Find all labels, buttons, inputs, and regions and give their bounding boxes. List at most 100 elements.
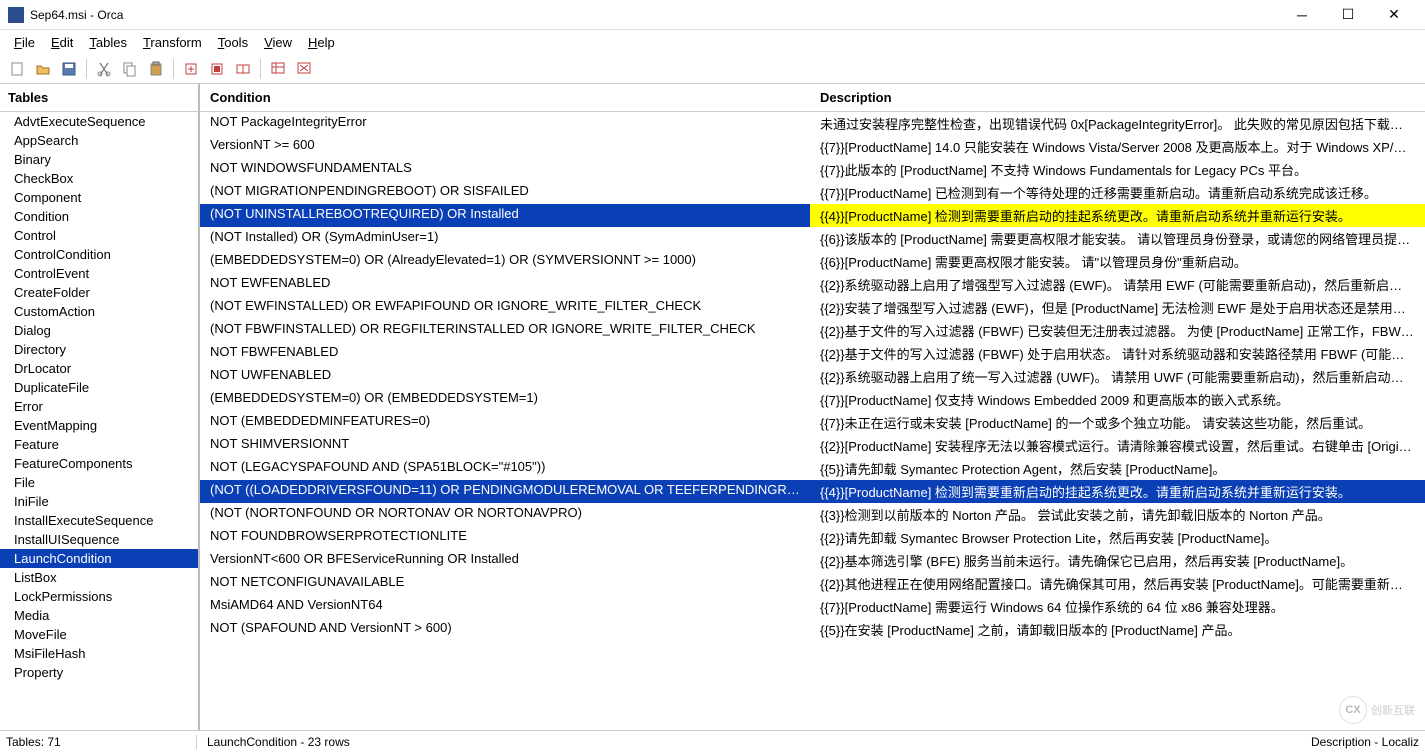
cell-description[interactable]: {{2}}安装了增强型写入过滤器 (EWF)，但是 [ProductName] … xyxy=(810,296,1425,319)
cell-condition[interactable]: NOT (EMBEDDEDMINFEATURES=0) xyxy=(200,411,810,434)
cell-description[interactable]: {{2}}[ProductName] 安装程序无法以兼容模式运行。请清除兼容模式… xyxy=(810,434,1425,457)
menu-transform[interactable]: Transform xyxy=(135,33,210,52)
cell-description[interactable]: {{7}}[ProductName] 需要运行 Windows 64 位操作系统… xyxy=(810,595,1425,618)
new-file-icon[interactable] xyxy=(6,58,28,80)
table-item[interactable]: Control xyxy=(0,226,198,245)
col-header-condition[interactable]: Condition xyxy=(200,84,810,111)
table-item[interactable]: MsiFileHash xyxy=(0,644,198,663)
cell-condition[interactable]: NOT FOUNDBROWSERPROTECTIONLITE xyxy=(200,526,810,549)
grid-row[interactable]: VersionNT<600 OR BFEServiceRunning OR In… xyxy=(200,549,1425,572)
cell-description[interactable]: {{5}}在安装 [ProductName] 之前，请卸载旧版本的 [Produ… xyxy=(810,618,1425,641)
cell-condition[interactable]: NOT UWFENABLED xyxy=(200,365,810,388)
table-item[interactable]: Error xyxy=(0,397,198,416)
grid-row[interactable]: (NOT EWFINSTALLED) OR EWFAPIFOUND OR IGN… xyxy=(200,296,1425,319)
grid-row[interactable]: (NOT FBWFINSTALLED) OR REGFILTERINSTALLE… xyxy=(200,319,1425,342)
cell-condition[interactable]: NOT EWFENABLED xyxy=(200,273,810,296)
table-item[interactable]: EventMapping xyxy=(0,416,198,435)
import-icon[interactable] xyxy=(180,58,202,80)
table-item[interactable]: DrLocator xyxy=(0,359,198,378)
grid-body[interactable]: NOT PackageIntegrityError未通过安装程序完整性检查，出现… xyxy=(200,112,1425,730)
maximize-button[interactable]: ☐ xyxy=(1325,0,1371,30)
table-item[interactable]: DuplicateFile xyxy=(0,378,198,397)
cell-description[interactable]: {{3}}检测到以前版本的 Norton 产品。 尝试此安装之前，请先卸载旧版本… xyxy=(810,503,1425,526)
cell-condition[interactable]: (EMBEDDEDSYSTEM=0) OR (EMBEDDEDSYSTEM=1) xyxy=(200,388,810,411)
cut-icon[interactable] xyxy=(93,58,115,80)
table-item[interactable]: Property xyxy=(0,663,198,682)
grid-row[interactable]: VersionNT >= 600{{7}}[ProductName] 14.0 … xyxy=(200,135,1425,158)
grid-row[interactable]: (NOT UNINSTALLREBOOTREQUIRED) OR Install… xyxy=(200,204,1425,227)
grid-row[interactable]: (NOT MIGRATIONPENDINGREBOOT) OR SISFAILE… xyxy=(200,181,1425,204)
cell-description[interactable]: {{4}}[ProductName] 检测到需要重新启动的挂起系统更改。请重新启… xyxy=(810,204,1425,227)
table-item[interactable]: File xyxy=(0,473,198,492)
table-item[interactable]: Dialog xyxy=(0,321,198,340)
tables-list[interactable]: AdvtExecuteSequenceAppSearchBinaryCheckB… xyxy=(0,112,198,730)
cell-condition[interactable]: (NOT FBWFINSTALLED) OR REGFILTERINSTALLE… xyxy=(200,319,810,342)
cell-condition[interactable]: VersionNT<600 OR BFEServiceRunning OR In… xyxy=(200,549,810,572)
paste-icon[interactable] xyxy=(145,58,167,80)
grid-row[interactable]: NOT SHIMVERSIONNT{{2}}[ProductName] 安装程序… xyxy=(200,434,1425,457)
table-item[interactable]: AppSearch xyxy=(0,131,198,150)
cell-condition[interactable]: VersionNT >= 600 xyxy=(200,135,810,158)
menu-edit[interactable]: Edit xyxy=(43,33,81,52)
menu-view[interactable]: View xyxy=(256,33,300,52)
table-item[interactable]: IniFile xyxy=(0,492,198,511)
grid-row[interactable]: MsiAMD64 AND VersionNT64{{7}}[ProductNam… xyxy=(200,595,1425,618)
table-item[interactable]: LockPermissions xyxy=(0,587,198,606)
cell-description[interactable]: {{7}}未正在运行或未安装 [ProductName] 的一个或多个独立功能。… xyxy=(810,411,1425,434)
cell-description[interactable]: {{7}}[ProductName] 仅支持 Windows Embedded … xyxy=(810,388,1425,411)
cell-condition[interactable]: NOT SHIMVERSIONNT xyxy=(200,434,810,457)
table-item[interactable]: AdvtExecuteSequence xyxy=(0,112,198,131)
cell-description[interactable]: {{2}}基本筛选引擎 (BFE) 服务当前未运行。请先确保它已启用，然后再安装… xyxy=(810,549,1425,572)
table-del-icon[interactable] xyxy=(293,58,315,80)
cell-condition[interactable]: MsiAMD64 AND VersionNT64 xyxy=(200,595,810,618)
grid-row[interactable]: NOT EWFENABLED{{2}}系统驱动器上启用了增强型写入过滤器 (EW… xyxy=(200,273,1425,296)
merge-icon[interactable] xyxy=(232,58,254,80)
grid-row[interactable]: NOT WINDOWSFUNDAMENTALS{{7}}此版本的 [Produc… xyxy=(200,158,1425,181)
grid-row[interactable]: (NOT ((LOADEDDRIVERSFOUND=11) OR PENDING… xyxy=(200,480,1425,503)
grid-row[interactable]: NOT FOUNDBROWSERPROTECTIONLITE{{2}}请先卸载 … xyxy=(200,526,1425,549)
table-item[interactable]: FeatureComponents xyxy=(0,454,198,473)
table-item[interactable]: CheckBox xyxy=(0,169,198,188)
cell-description[interactable]: {{2}}基于文件的写入过滤器 (FBWF) 处于启用状态。 请针对系统驱动器和… xyxy=(810,342,1425,365)
table-item[interactable]: MoveFile xyxy=(0,625,198,644)
grid-row[interactable]: NOT (LEGACYSPAFOUND AND (SPA51BLOCK="#10… xyxy=(200,457,1425,480)
table-item[interactable]: Condition xyxy=(0,207,198,226)
table-item[interactable]: LaunchCondition xyxy=(0,549,198,568)
cell-condition[interactable]: (NOT (NORTONFOUND OR NORTONAV OR NORTONA… xyxy=(200,503,810,526)
cell-description[interactable]: {{2}}其他进程正在使用网络配置接口。请先确保其可用，然后再安装 [Produ… xyxy=(810,572,1425,595)
table-item[interactable]: Media xyxy=(0,606,198,625)
menu-tables[interactable]: Tables xyxy=(81,33,135,52)
cell-description[interactable]: {{2}}请先卸载 Symantec Browser Protection Li… xyxy=(810,526,1425,549)
cell-condition[interactable]: NOT NETCONFIGUNAVAILABLE xyxy=(200,572,810,595)
cell-condition[interactable]: (NOT Installed) OR (SymAdminUser=1) xyxy=(200,227,810,250)
cell-condition[interactable]: (NOT ((LOADEDDRIVERSFOUND=11) OR PENDING… xyxy=(200,480,810,503)
cell-condition[interactable]: (NOT EWFINSTALLED) OR EWFAPIFOUND OR IGN… xyxy=(200,296,810,319)
table-item[interactable]: Binary xyxy=(0,150,198,169)
table-item[interactable]: Directory xyxy=(0,340,198,359)
cell-condition[interactable]: NOT PackageIntegrityError xyxy=(200,112,810,135)
menu-help[interactable]: Help xyxy=(300,33,343,52)
cell-condition[interactable]: (EMBEDDEDSYSTEM=0) OR (AlreadyElevated=1… xyxy=(200,250,810,273)
table-item[interactable]: ListBox xyxy=(0,568,198,587)
grid-row[interactable]: NOT NETCONFIGUNAVAILABLE{{2}}其他进程正在使用网络配… xyxy=(200,572,1425,595)
cell-description[interactable]: {{4}}[ProductName] 检测到需要重新启动的挂起系统更改。请重新启… xyxy=(810,480,1425,503)
table-item[interactable]: ControlEvent xyxy=(0,264,198,283)
table-add-icon[interactable] xyxy=(267,58,289,80)
cell-condition[interactable]: NOT WINDOWSFUNDAMENTALS xyxy=(200,158,810,181)
grid-row[interactable]: NOT UWFENABLED{{2}}系统驱动器上启用了统一写入过滤器 (UWF… xyxy=(200,365,1425,388)
grid-row[interactable]: NOT FBWFENABLED{{2}}基于文件的写入过滤器 (FBWF) 处于… xyxy=(200,342,1425,365)
menu-tools[interactable]: Tools xyxy=(210,33,256,52)
table-item[interactable]: CreateFolder xyxy=(0,283,198,302)
cell-condition[interactable]: (NOT UNINSTALLREBOOTREQUIRED) OR Install… xyxy=(200,204,810,227)
cell-description[interactable]: {{7}}[ProductName] 已检测到有一个等待处理的迁移需要重新启动。… xyxy=(810,181,1425,204)
table-item[interactable]: ControlCondition xyxy=(0,245,198,264)
cell-description[interactable]: {{2}}系统驱动器上启用了统一写入过滤器 (UWF)。 请禁用 UWF (可能… xyxy=(810,365,1425,388)
cell-description[interactable]: {{6}}[ProductName] 需要更高权限才能安装。 请"以管理员身份"… xyxy=(810,250,1425,273)
table-item[interactable]: Feature xyxy=(0,435,198,454)
cell-condition[interactable]: (NOT MIGRATIONPENDINGREBOOT) OR SISFAILE… xyxy=(200,181,810,204)
menu-file[interactable]: File xyxy=(6,33,43,52)
grid-row[interactable]: NOT PackageIntegrityError未通过安装程序完整性检查，出现… xyxy=(200,112,1425,135)
grid-row[interactable]: NOT (EMBEDDEDMINFEATURES=0){{7}}未正在运行或未安… xyxy=(200,411,1425,434)
grid-row[interactable]: (NOT (NORTONFOUND OR NORTONAV OR NORTONA… xyxy=(200,503,1425,526)
grid-row[interactable]: (NOT Installed) OR (SymAdminUser=1){{6}}… xyxy=(200,227,1425,250)
